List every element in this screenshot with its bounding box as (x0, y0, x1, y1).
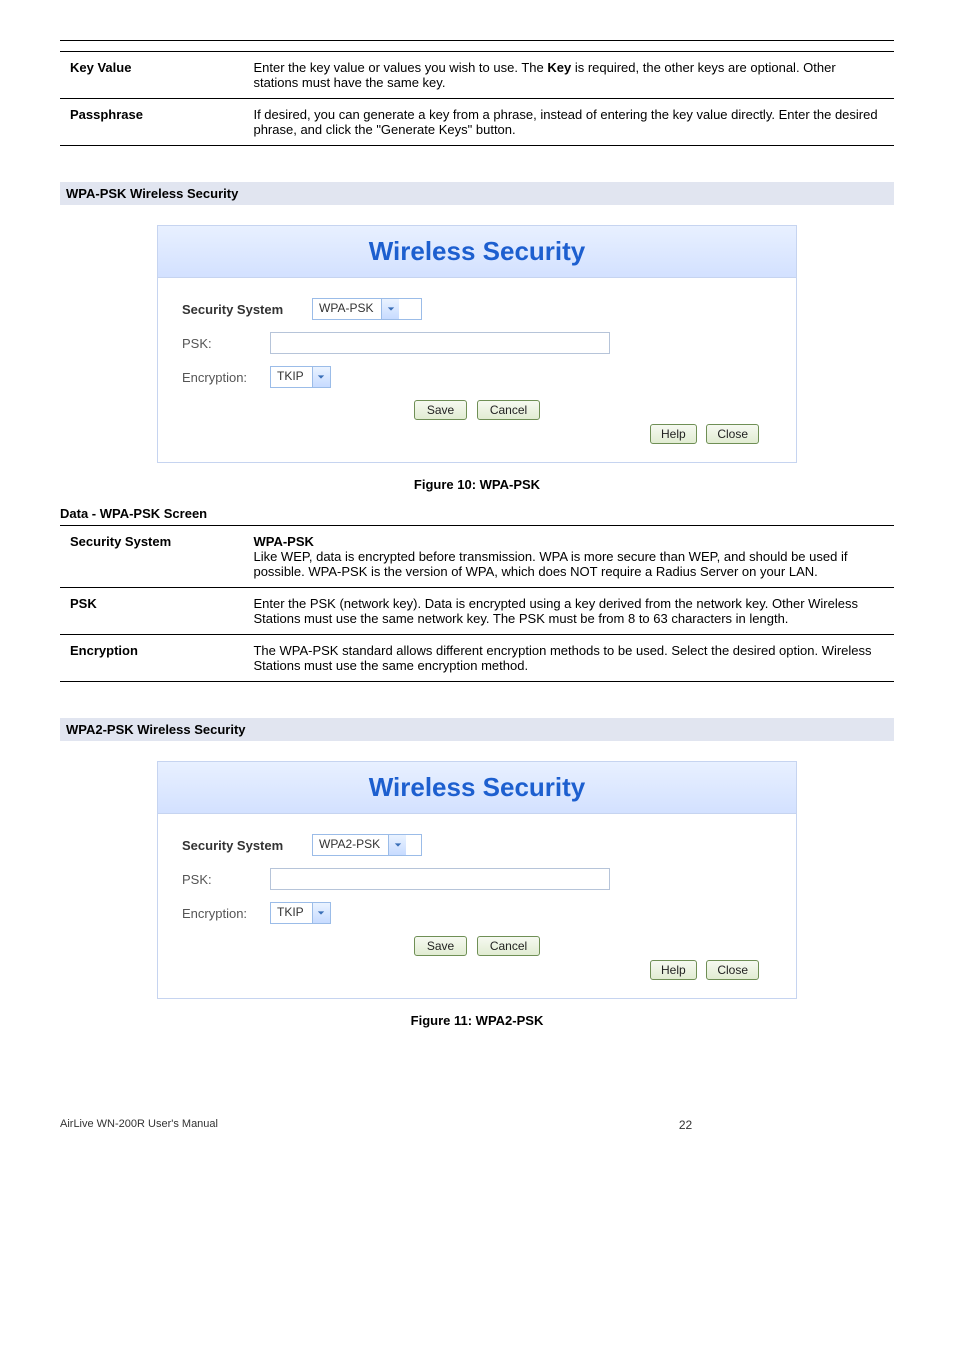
panel-title: Wireless Security (369, 236, 586, 266)
encryption-row: Encryption: TKIP (182, 366, 772, 388)
section-heading-wpa2-psk: WPA2-PSK Wireless Security (60, 718, 894, 741)
chevron-down-icon[interactable] (312, 903, 330, 923)
desc-text: Like WEP, data is encrypted before trans… (253, 549, 847, 579)
security-system-value: WPA2-PSK (313, 835, 388, 855)
def-desc: If desired, you can generate a key from … (243, 99, 894, 146)
security-system-select[interactable]: WPA2-PSK (312, 834, 422, 856)
button-row: Save Cancel (182, 400, 772, 420)
panel-footer: Help Close (182, 960, 772, 988)
encryption-value: TKIP (271, 903, 312, 923)
data-screen-heading: Data - WPA-PSK Screen (60, 506, 894, 521)
def-label: Passphrase (60, 99, 243, 146)
encryption-select[interactable]: TKIP (270, 902, 331, 924)
security-system-value: WPA-PSK (313, 299, 381, 319)
panel-body: Security System WPA-PSK PSK: Encryption:… (158, 278, 796, 462)
chevron-down-icon[interactable] (312, 367, 330, 387)
panel-footer: Help Close (182, 424, 772, 452)
desc-text-pre: Enter the key value or values you wish t… (253, 60, 547, 75)
page-number: 22 (477, 1118, 894, 1132)
psk-input[interactable] (270, 332, 610, 354)
desc-bold: Key (547, 60, 571, 75)
wpa-psk-data-table: Security System WPA-PSK Like WEP, data i… (60, 525, 894, 682)
desc-heading: WPA-PSK (253, 534, 313, 549)
figure-caption-11: Figure 11: WPA2-PSK (60, 1013, 894, 1028)
help-button[interactable]: Help (650, 424, 697, 444)
encryption-select[interactable]: TKIP (270, 366, 331, 388)
security-system-label: Security System (182, 302, 312, 317)
panel-header: Wireless Security (158, 762, 796, 814)
cancel-button[interactable]: Cancel (477, 400, 540, 420)
panel-body: Security System WPA2-PSK PSK: Encryption… (158, 814, 796, 998)
panel-header: Wireless Security (158, 226, 796, 278)
def-label: Security System (60, 526, 243, 588)
psk-label: PSK: (182, 872, 270, 887)
close-button[interactable]: Close (706, 960, 759, 980)
table-row: Security System WPA-PSK Like WEP, data i… (60, 526, 894, 588)
def-label: Encryption (60, 635, 243, 682)
encryption-label: Encryption: (182, 906, 270, 921)
encryption-row: Encryption: TKIP (182, 902, 772, 924)
table-row: Key Value Enter the key value or values … (60, 52, 894, 99)
encryption-label: Encryption: (182, 370, 270, 385)
psk-row: PSK: (182, 868, 772, 890)
def-desc: Enter the key value or values you wish t… (243, 52, 894, 99)
def-label: PSK (60, 588, 243, 635)
def-desc: The WPA-PSK standard allows different en… (243, 635, 894, 682)
save-button[interactable]: Save (414, 936, 467, 956)
psk-row: PSK: (182, 332, 772, 354)
security-system-label: Security System (182, 838, 312, 853)
psk-label: PSK: (182, 336, 270, 351)
table-row: PSK Enter the PSK (network key). Data is… (60, 588, 894, 635)
page-top-rule (60, 40, 894, 41)
page-footer: AirLive WN-200R User's Manual 22 (60, 1118, 894, 1132)
panel-title: Wireless Security (369, 772, 586, 802)
def-label: Key Value (60, 52, 243, 99)
section-heading-wpa-psk: WPA-PSK Wireless Security (60, 182, 894, 205)
top-definition-table: Key Value Enter the key value or values … (60, 51, 894, 146)
save-button[interactable]: Save (414, 400, 467, 420)
manual-title: AirLive WN-200R User's Manual (60, 1118, 477, 1132)
psk-input[interactable] (270, 868, 610, 890)
security-system-row: Security System WPA-PSK (182, 298, 772, 320)
chevron-down-icon[interactable] (388, 835, 406, 855)
wireless-security-panel-wpa2-psk: Wireless Security Security System WPA2-P… (157, 761, 797, 999)
button-row: Save Cancel (182, 936, 772, 956)
wireless-security-panel-wpa-psk: Wireless Security Security System WPA-PS… (157, 225, 797, 463)
cancel-button[interactable]: Cancel (477, 936, 540, 956)
security-system-row: Security System WPA2-PSK (182, 834, 772, 856)
help-button[interactable]: Help (650, 960, 697, 980)
security-system-select[interactable]: WPA-PSK (312, 298, 422, 320)
close-button[interactable]: Close (706, 424, 759, 444)
def-desc: Enter the PSK (network key). Data is enc… (243, 588, 894, 635)
figure-caption-10: Figure 10: WPA-PSK (60, 477, 894, 492)
table-row: Passphrase If desired, you can generate … (60, 99, 894, 146)
encryption-value: TKIP (271, 367, 312, 387)
table-row: Encryption The WPA-PSK standard allows d… (60, 635, 894, 682)
def-desc: WPA-PSK Like WEP, data is encrypted befo… (243, 526, 894, 588)
chevron-down-icon[interactable] (381, 299, 399, 319)
